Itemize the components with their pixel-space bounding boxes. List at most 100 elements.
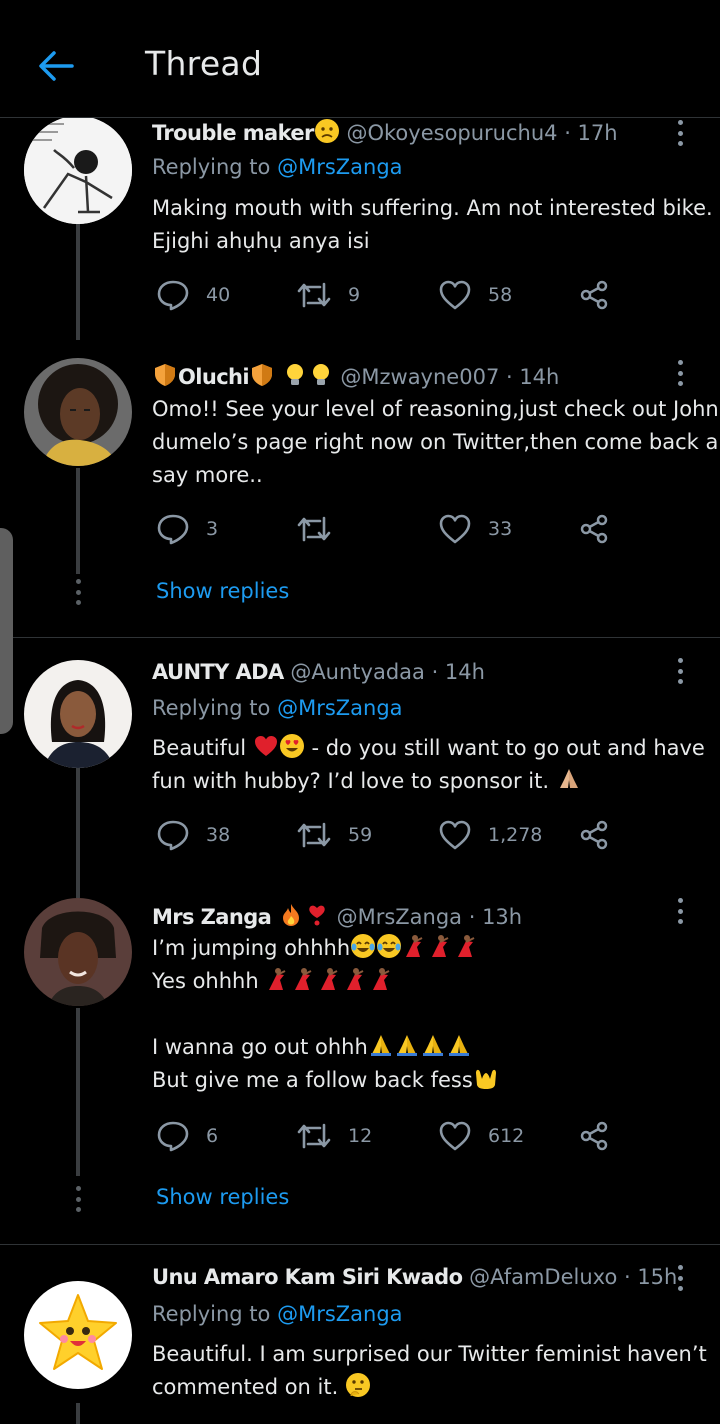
show-replies-link[interactable]: Show replies — [156, 579, 289, 603]
exclamation-heart-emoji — [304, 905, 330, 929]
like-icon — [439, 820, 471, 850]
dancer-emoji — [317, 968, 343, 993]
red-heart-emoji — [253, 736, 279, 760]
handle-and-time: @MrsZanga · 13h — [336, 905, 523, 929]
dancer-emoji — [343, 968, 369, 993]
folded-hands-emoji — [420, 1035, 446, 1059]
more-icon — [677, 1265, 683, 1270]
heart-eyes-emoji — [279, 734, 305, 760]
show-replies-link[interactable]: Show replies — [156, 1185, 289, 1209]
more-icon — [677, 120, 683, 125]
avatar[interactable] — [24, 660, 132, 768]
reply-button[interactable]: 40 — [156, 275, 230, 315]
avatar[interactable] — [24, 358, 132, 466]
mention-link[interactable]: @MrsZanga — [277, 696, 402, 720]
reply-icon — [157, 280, 189, 311]
thread-line — [76, 1403, 80, 1424]
display-name[interactable]: Oluchi — [178, 365, 250, 389]
tweet-text: Beautiful - do you still want to go out … — [152, 734, 705, 793]
display-name[interactable]: AUNTY ADA — [152, 660, 284, 684]
tweet-text: Beautiful. I am surprised our Twitter fe… — [152, 1342, 707, 1399]
share-button[interactable] — [578, 1116, 610, 1156]
dancer-emoji — [369, 968, 395, 993]
display-name[interactable]: Mrs Zanga — [152, 905, 272, 929]
tears-of-joy-emoji — [376, 934, 402, 960]
like-button[interactable]: 612 — [438, 1116, 524, 1156]
display-name[interactable]: Unu Amaro Kam Siri Kwado — [152, 1265, 463, 1289]
dancer-emoji — [265, 968, 291, 993]
avatar[interactable] — [24, 116, 132, 224]
dancer-emoji — [428, 935, 454, 960]
folded-hands-emoji — [368, 1035, 394, 1059]
thread-line — [76, 1008, 80, 1176]
reply-button[interactable]: 3 — [156, 509, 218, 549]
tweet[interactable]: Oluchi @Mzwayne007 · 14h Omo!! See your … — [0, 340, 720, 637]
like-icon — [439, 1121, 471, 1151]
reply-button[interactable]: 6 — [156, 1116, 218, 1156]
share-button[interactable] — [578, 815, 610, 855]
share-icon — [580, 820, 608, 850]
thread-line — [76, 878, 80, 898]
retweet-icon — [297, 822, 331, 848]
replying-to: Replying to @MrsZanga — [152, 155, 403, 179]
dancer-emoji — [454, 935, 480, 960]
mention-link[interactable]: @MrsZanga — [277, 155, 402, 179]
tweet[interactable]: Unu Amaro Kam Siri Kwado @AfamDeluxo · 1… — [0, 1245, 720, 1424]
reply-icon — [157, 514, 189, 545]
folded-hands-emoji — [394, 1035, 420, 1059]
retweet-button[interactable]: 59 — [296, 815, 372, 855]
folded-hands-emoji — [556, 769, 582, 793]
tweet-actions: 38 59 1,278 — [152, 815, 622, 855]
thread-line — [76, 224, 80, 340]
tweet-text: Omo!! See your level of reasoning,just c… — [152, 397, 720, 487]
fire-emoji — [278, 904, 304, 929]
thread-continuation-dots — [74, 579, 82, 605]
edge-panel-handle[interactable] — [0, 528, 13, 734]
page-title: Thread — [145, 44, 263, 83]
retweet-button[interactable] — [296, 509, 348, 549]
retweet-button[interactable]: 12 — [296, 1116, 372, 1156]
handle-and-time: @Okoyesopuruchu4 · 17h — [346, 121, 618, 145]
reply-icon — [157, 1121, 189, 1152]
reply-icon — [157, 820, 189, 851]
thread-line — [76, 468, 80, 574]
like-button[interactable]: 1,278 — [438, 815, 542, 855]
like-button[interactable]: 58 — [438, 275, 512, 315]
like-icon — [439, 514, 471, 544]
share-icon — [580, 280, 608, 310]
more-options-button[interactable] — [668, 360, 692, 386]
share-button[interactable] — [578, 275, 610, 315]
more-icon — [677, 360, 683, 365]
handle-and-time: @AfamDeluxo · 15h — [469, 1265, 678, 1289]
more-options-button[interactable] — [668, 658, 692, 684]
shield-emoji — [152, 364, 178, 389]
replying-to: Replying to @MrsZanga — [152, 1302, 403, 1326]
reply-button[interactable]: 38 — [156, 815, 230, 855]
avatar[interactable] — [24, 898, 132, 1006]
retweet-icon — [297, 516, 331, 542]
more-icon — [677, 658, 683, 663]
retweet-icon — [297, 282, 331, 308]
tweet[interactable]: AUNTY ADA @Auntyadaa · 14h Replying to @… — [0, 638, 720, 878]
handle-and-time: @Mzwayne007 · 14h — [340, 365, 560, 389]
top-app-bar: Thread — [0, 0, 720, 118]
retweet-button[interactable]: 9 — [296, 275, 360, 315]
more-options-button[interactable] — [668, 1265, 692, 1291]
dancer-emoji — [291, 968, 317, 993]
tears-of-joy-emoji — [350, 934, 376, 960]
more-options-button[interactable] — [668, 120, 692, 146]
like-button[interactable]: 33 — [438, 509, 512, 549]
worried-face-emoji — [314, 119, 340, 145]
dancer-emoji — [402, 935, 428, 960]
back-button[interactable] — [34, 44, 78, 88]
shield-emoji — [249, 364, 275, 389]
thread-continuation-dots — [74, 1186, 82, 1212]
back-arrow-icon — [39, 51, 74, 81]
tweet[interactable]: Mrs Zanga @MrsZanga · 13h I’m jumping oh… — [0, 878, 720, 1244]
avatar[interactable] — [24, 1281, 132, 1389]
display-name[interactable]: Trouble maker — [152, 121, 314, 145]
handle-and-time: @Auntyadaa · 14h — [290, 660, 485, 684]
more-options-button[interactable] — [668, 898, 692, 924]
share-button[interactable] — [578, 509, 610, 549]
mention-link[interactable]: @MrsZanga — [277, 1302, 402, 1326]
